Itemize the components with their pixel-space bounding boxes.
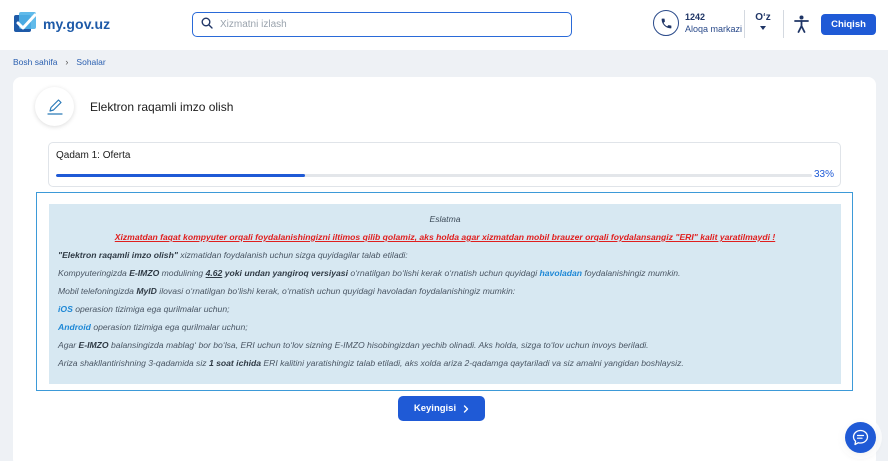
step-progress: Qadam 1: Oferta 33% xyxy=(48,142,841,187)
notice-bold: MyID xyxy=(136,286,157,296)
logout-button[interactable]: Chiqish xyxy=(821,14,876,35)
next-button-label: Keyingisi xyxy=(413,403,457,414)
notice-text: Kompyuteringizda xyxy=(58,268,130,278)
notice-text: o‘rnatilgan bo‘lishi kerak o‘rnatish uch… xyxy=(347,268,540,278)
contact-number: 1242 xyxy=(685,12,706,22)
chevron-down-icon xyxy=(760,26,766,30)
notice-line: Mobil telefoningizda MyID ilovasi o‘rnat… xyxy=(58,286,515,296)
notice-line: Ariza shakllantirishning 3-qadamida siz … xyxy=(58,358,684,368)
notice-text: operasion tizimiga ega qurilmalar uchun; xyxy=(90,322,248,332)
android-link[interactable]: Android xyxy=(58,322,91,332)
notice-bold: yoki undan yangiroq versiyasi xyxy=(222,268,348,278)
language-select[interactable]: O‘z xyxy=(752,12,774,30)
e-imzo-download-link[interactable]: havoladan xyxy=(540,268,583,278)
notice-text: xizmatidan foydalanish uchun sizga quyid… xyxy=(177,250,408,260)
notice-line: Kompyuteringizda E-IMZO modulining 4.62 … xyxy=(58,268,680,278)
search-input[interactable] xyxy=(220,19,550,30)
notice-bold: E-IMZO xyxy=(78,340,109,350)
notice-text: balansingizda mablag‘ bor bo‘lsa, ERI uc… xyxy=(108,340,649,350)
notice-bold: 1 soat ichida xyxy=(208,358,262,368)
service-card: Elektron raqamli imzo olish Qadam 1: Ofe… xyxy=(13,77,876,461)
notice-line: Android operasion tizimiga ega qurilmala… xyxy=(58,322,248,332)
header-divider xyxy=(744,10,745,38)
notice-box: Eslatma Xizmatdan faqat kompyuter orqali… xyxy=(49,204,841,384)
notice-bold: E-IMZO xyxy=(129,268,160,278)
breadcrumb-current[interactable]: Sohalar xyxy=(76,57,105,67)
notice-text: operasion tizimiga ega qurilmalar uchun; xyxy=(72,304,230,314)
contact-label: Aloqa markazi xyxy=(685,24,743,34)
logo-text: my.gov.uz xyxy=(43,15,111,32)
accessibility-icon[interactable] xyxy=(794,15,809,38)
contact-center[interactable]: 1242 Aloqa markazi xyxy=(653,10,742,36)
checkbox-logo-icon xyxy=(13,11,38,36)
phone-icon xyxy=(653,10,679,36)
notice-line: Agar E-IMZO balansingizda mablag‘ bor bo… xyxy=(58,340,649,350)
notice-text: ERI kalitini yaratishingiz talab etiladi… xyxy=(261,358,684,368)
progress-bar xyxy=(56,174,812,177)
step-title: Qadam 1: Oferta xyxy=(56,150,131,161)
notice-warning: Xizmatdan faqat kompyuter orqali foydala… xyxy=(114,232,776,242)
notice-line: "Elektron raqamli imzo olish" xizmatidan… xyxy=(58,250,408,260)
search-icon xyxy=(201,16,213,34)
logo[interactable]: my.gov.uz xyxy=(13,11,110,36)
progress-fill xyxy=(56,174,306,177)
notice-line: iOS operasion tizimiga ega qurilmalar uc… xyxy=(58,304,230,314)
next-button[interactable]: Keyingisi xyxy=(398,396,485,421)
breadcrumb-home[interactable]: Bosh sahifa xyxy=(13,57,57,67)
page-title: Elektron raqamli imzo olish xyxy=(90,100,234,114)
chevron-right-icon: › xyxy=(65,57,69,67)
pen-sign-icon xyxy=(35,87,74,126)
notice-text: Agar xyxy=(58,340,79,350)
notice-frame: Eslatma Xizmatdan faqat kompyuter orqali… xyxy=(36,192,853,391)
ios-link[interactable]: iOS xyxy=(58,304,73,314)
notice-text: Ariza shakllantirishning 3-qadamida siz xyxy=(58,358,209,368)
chat-icon[interactable] xyxy=(845,422,876,453)
header: my.gov.uz 1242 Aloqa markazi O‘z xyxy=(0,0,888,50)
notice-text: modulining xyxy=(159,268,206,278)
header-divider xyxy=(783,10,784,38)
breadcrumb: Bosh sahifa › Sohalar xyxy=(13,57,106,67)
notice-bold: "Elektron raqamli imzo olish" xyxy=(58,250,178,260)
chevron-right-icon xyxy=(463,404,469,413)
language-label: O‘z xyxy=(755,12,771,23)
notice-bold: 4.62 xyxy=(205,268,223,278)
progress-percent: 33% xyxy=(813,169,834,180)
search-box[interactable] xyxy=(192,12,572,37)
notice-text: Mobil telefoningizda xyxy=(58,286,137,296)
notice-text: ilovasi o‘rnatilgan bo‘lishi kerak, o‘rn… xyxy=(156,286,516,296)
notice-title: Eslatma xyxy=(429,214,461,224)
notice-text: foydalanishingiz mumkin. xyxy=(582,268,681,278)
